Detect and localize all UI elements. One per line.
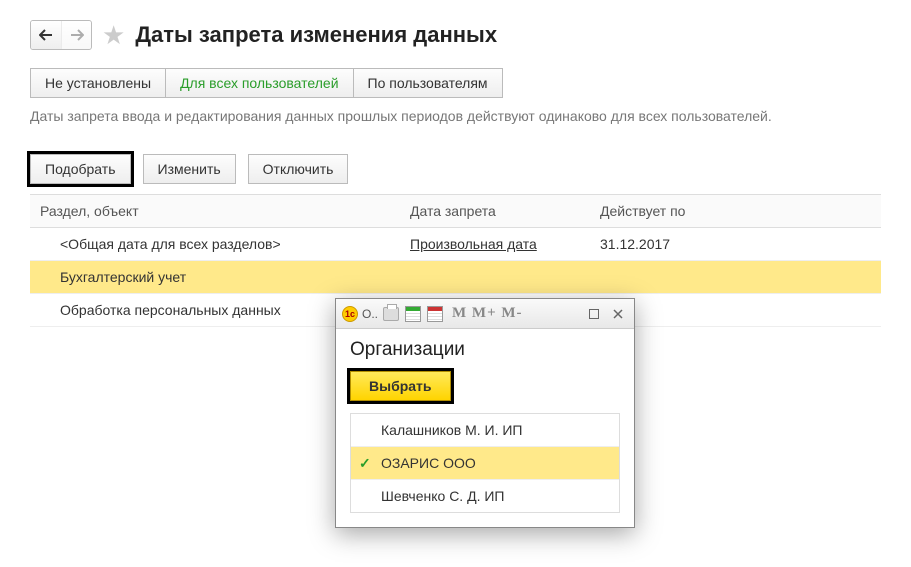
popup-caption: О.. [362,307,378,321]
maximize-icon[interactable] [584,305,604,323]
org-name: Калашников М. И. ИП [381,422,522,438]
table-row[interactable]: <Общая дата для всех разделов> Произволь… [30,228,881,261]
mode-tabs: Не установлены Для всех пользователей По… [30,68,503,98]
row-until: 31.12.2017 [590,228,881,260]
pick-button[interactable]: Подобрать [30,154,131,184]
list-item[interactable]: Калашников М. И. ИП [351,414,619,447]
edit-button[interactable]: Изменить [143,154,236,184]
forward-button[interactable] [61,21,91,49]
organizations-list: Калашников М. И. ИП ✓ ОЗАРИС ООО Шевченк… [350,413,620,513]
toolbar: Подобрать Изменить Отключить [30,154,881,184]
memory-buttons[interactable]: M M+ M- [452,305,523,322]
back-button[interactable] [31,21,61,49]
row-kind-link[interactable]: Произвольная дата [410,236,537,252]
org-name: ОЗАРИС ООО [381,455,476,471]
favorite-star-icon[interactable]: ★ [102,22,125,48]
row-name: Бухгалтерский учет [30,261,400,293]
popup-titlebar[interactable]: 1c О.. M M+ M- [336,299,634,329]
col-lock-date: Дата запрета [400,195,590,227]
col-section: Раздел, объект [30,195,400,227]
list-item[interactable]: ✓ ОЗАРИС ООО [351,447,619,480]
row-kind [400,261,590,293]
table-row[interactable]: Бухгалтерский учет [30,261,881,294]
select-button[interactable]: Выбрать [350,371,451,401]
popup-title: Организации [350,339,620,361]
close-icon[interactable] [608,305,628,323]
organizations-popup: 1c О.. M M+ M- Организации Выбрать Калаш… [335,298,635,528]
page-title: Даты запрета изменения данных [135,22,497,48]
nav-buttons [30,20,92,50]
check-icon: ✓ [359,455,371,472]
tab-not-set[interactable]: Не установлены [31,69,166,97]
org-name: Шевченко С. Д. ИП [381,488,504,504]
calendar-green-icon[interactable] [404,305,422,323]
row-until [590,261,881,293]
disable-button[interactable]: Отключить [248,154,349,184]
description-text: Даты запрета ввода и редактирования данн… [30,108,881,124]
tab-by-users[interactable]: По пользователям [354,69,502,97]
calendar-red-icon[interactable] [426,305,444,323]
tab-all-users[interactable]: Для всех пользователей [166,69,353,97]
list-item[interactable]: Шевченко С. Д. ИП [351,480,619,512]
row-name: <Общая дата для всех разделов> [30,228,400,260]
app-1c-icon: 1c [342,306,358,322]
col-valid-until: Действует по [590,195,881,227]
print-icon[interactable] [382,305,400,323]
